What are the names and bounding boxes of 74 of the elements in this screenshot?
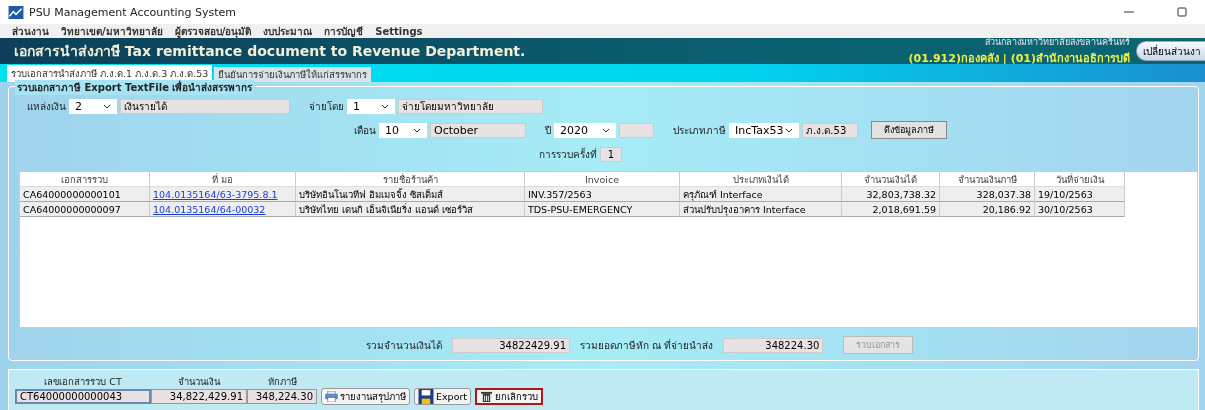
paid-by-name-field: จ่ายโดยมหาวิทยาลัย <box>398 98 543 114</box>
toolbar-button[interactable]: Export <box>414 387 472 405</box>
table-cell: 19/10/2563 <box>1035 187 1125 202</box>
trash-icon <box>480 390 494 402</box>
window-title: PSU Management Accounting System <box>29 5 237 19</box>
chevron-down-icon <box>785 127 793 133</box>
chevron-down-icon <box>413 127 421 133</box>
table-cell: 348,224.30 <box>247 388 317 404</box>
field-label: การรวบครั้งที่ <box>539 146 597 162</box>
table-cell: บริษัทไทย เดนกิ เอ็นจิเนียริ่ง แอนด์ เซอร์วิส <box>296 202 525 217</box>
group-title: รวบเอกสาภาษี Export TextFile เพื่อนำส่งสรรพากร <box>15 80 255 95</box>
table-cell: CA64000000000101 <box>20 187 150 202</box>
column-header: จำนวนเงินได้ <box>842 172 940 187</box>
menu-item[interactable]: งบประมาณ <box>263 23 313 39</box>
table-cell: 30/10/2563 <box>1035 202 1125 217</box>
field-label: เดือน <box>354 123 376 138</box>
menu-item[interactable]: วิทยาเขต/มหาวิทยาลัย <box>61 23 163 39</box>
total-income-field: 34822429.91 <box>452 337 570 353</box>
chevron-down-icon <box>103 103 111 109</box>
table-cell: CA64000000000097 <box>20 202 150 217</box>
field-label: ประเภทภาษี <box>673 123 726 138</box>
toolbar-button[interactable]: รายงานสรุปภาษี <box>321 387 410 405</box>
chart-logo-icon <box>8 5 24 19</box>
printer-icon <box>325 390 338 402</box>
page-title: เอกสารนำส่งภาษี Tax remittance document to Revenue Department. <box>14 42 526 61</box>
year-dropdown[interactable]: 2020 <box>554 122 616 138</box>
chevron-down-icon <box>602 127 610 133</box>
tax-type-name-field: ภ.ง.ด.53 <box>802 122 858 138</box>
table-cell: CT64000000000043 <box>15 388 151 404</box>
source-name-field: เงินรายได้ <box>120 98 290 114</box>
table-cell: 2,018,691.59 <box>842 202 940 217</box>
column-header: เอกสารรวบ <box>20 172 150 187</box>
table-cell: ครุภัณฑ์ Interface <box>680 187 842 202</box>
menu-item[interactable]: Settings <box>375 25 423 37</box>
table-cell: TDS-PSU-EMERGENCY <box>525 202 680 217</box>
column-header: ประเภทเงินได้ <box>680 172 842 187</box>
field-label: จ่ายโดย <box>309 99 344 114</box>
column-header: จำนวนเงิน <box>177 374 222 389</box>
table-cell: 20,186.92 <box>940 202 1035 217</box>
month-name-field: October <box>430 122 526 138</box>
menu-item[interactable]: การบัญชี <box>324 23 364 39</box>
source-dropdown[interactable]: 2 <box>69 98 117 114</box>
year-extra-field <box>619 122 654 138</box>
table-cell: 328,037.38 <box>940 187 1035 202</box>
field-label: รวมจำนวนเงินได้ <box>366 338 442 353</box>
menu-item[interactable]: ส่วนงาน <box>12 23 49 39</box>
column-header: เลขเอกสารรวบ CT <box>43 374 123 389</box>
total-tax-field: 348224.30 <box>723 337 824 353</box>
table-cell: 32,803,738.32 <box>842 187 940 202</box>
table-cell: บริษัทอินโนเวทีฟ อิมเมจจิ้ง ซิสเต็มส์ <box>296 187 525 202</box>
field-label: ปี <box>545 123 551 138</box>
column-header: รายชื่อร้านค้า <box>296 172 525 187</box>
column-header: หักภาษี <box>266 374 298 389</box>
column-header: จำนวนเงินภาษี <box>940 172 1035 187</box>
menu-item[interactable]: ผู้ตรวจสอบ/อนุมัติ <box>174 23 252 39</box>
month-dropdown[interactable]: 10 <box>379 122 427 138</box>
organization-name: ส่วนกลางมหาวิทยาลัยสงขลานครินทร์ <box>985 36 1130 49</box>
column-header: วันที่จ่ายเงิน <box>1035 172 1125 187</box>
field-label: แหล่งเงิน <box>27 99 66 114</box>
maximize-icon[interactable] <box>1177 7 1187 17</box>
column-header: ที่ มอ <box>150 172 296 187</box>
field-label: รวมยอดภาษีหัก ณ ที่จ่ายนำส่ง <box>580 337 714 353</box>
change-unit-button[interactable]: เปลี่ยนส่วนงา <box>1136 41 1205 61</box>
chevron-down-icon <box>381 103 389 109</box>
column-header: Invoice <box>525 172 680 187</box>
table-cell: 34,822,429.91 <box>151 388 247 404</box>
batch-number-field: 1 <box>600 146 622 162</box>
toolbar-button[interactable]: ยกเลิกรวบ <box>475 387 544 405</box>
paid-by-dropdown[interactable]: 1 <box>347 98 395 114</box>
tax-type-dropdown[interactable]: IncTax53 <box>729 122 799 138</box>
fetch-tax-button[interactable]: ดึงข้อมูลภาษี <box>871 121 947 139</box>
tab[interactable]: ยืนยันการจ่ายเงินภาษีให้แก่สรรพากร <box>214 67 372 82</box>
table-cell: ส่วนปรับปรุงอาคาร Interface <box>680 202 842 217</box>
table-cell: INV.357/2563 <box>525 187 680 202</box>
